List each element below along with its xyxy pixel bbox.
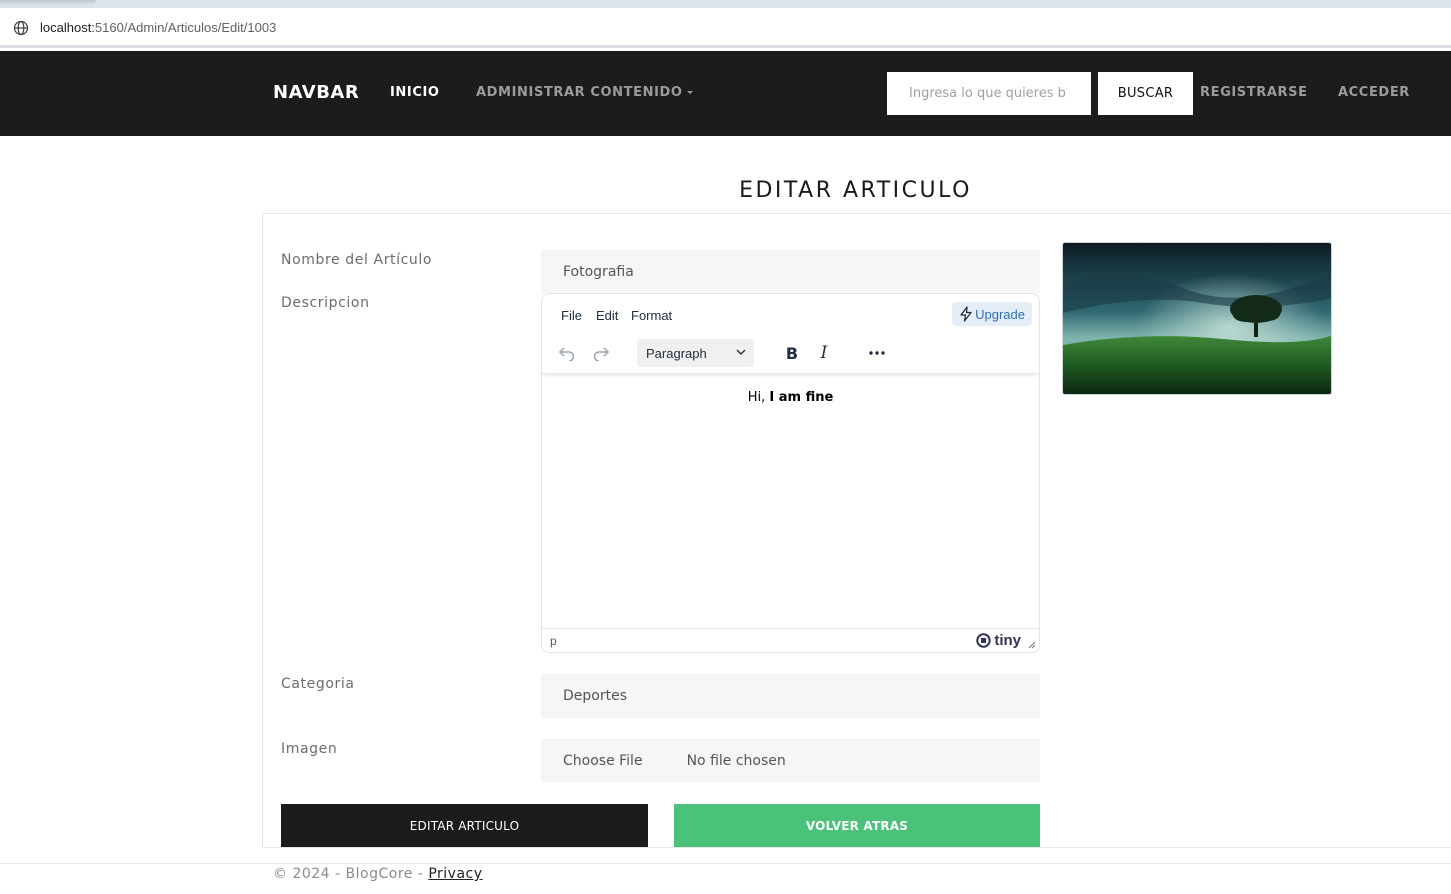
block-format-select[interactable]: Paragraph [637,339,754,367]
copyright-text: © 2024 - BlogCore - [273,866,429,882]
nav-dropdown-label: ADMINISTRAR CONTENIDO [476,85,683,100]
editor-content[interactable]: Hi, I am fine [542,374,1039,629]
categoria-label: Categoria [281,676,355,692]
nav-dropdown-administrar[interactable]: ADMINISTRAR CONTENIDO [476,85,693,100]
imagen-file-input[interactable]: Choose File No file chosen [541,739,1040,782]
url-text[interactable]: localhost:5160/Admin/Articulos/Edit/1003 [40,20,276,35]
menu-file[interactable]: File [561,308,582,323]
search-input[interactable] [887,72,1091,115]
back-button[interactable]: VOLVER ATRAS [674,804,1040,847]
nombre-input[interactable]: Fotografia [541,250,1040,293]
upgrade-label: Upgrade [975,306,1025,322]
bold-icon[interactable]: B [781,342,803,364]
choose-file-button[interactable]: Choose File [563,753,643,769]
globe-icon [13,20,29,36]
element-path[interactable]: p [550,634,557,648]
imagen-label: Imagen [281,741,338,757]
editor-menubar: File Edit Format Upgrade [542,294,1039,334]
rich-text-editor: File Edit Format Upgrade Paragraph B I H… [541,293,1040,653]
menu-edit[interactable]: Edit [596,308,618,323]
italic-icon[interactable]: I [813,342,835,364]
undo-icon[interactable] [556,342,578,364]
edit-article-button[interactable]: EDITAR ARTICULO [281,804,648,847]
nombre-label: Nombre del Artículo [281,252,433,268]
upgrade-button[interactable]: Upgrade [952,302,1032,326]
nombre-value: Fotografia [563,263,634,280]
url-host: localhost: [40,20,95,35]
chevron-down-icon [736,349,746,355]
nav-link-inicio[interactable]: INICIO [390,85,440,100]
article-image-preview [1062,242,1332,395]
url-path: 5160/Admin/Articulos/Edit/1003 [94,20,277,35]
browser-address-bar[interactable]: localhost:5160/Admin/Articulos/Edit/1003 [0,8,1451,48]
tiny-logo[interactable]: tiny [976,632,1021,649]
tiny-brand-text: tiny [994,632,1021,649]
content-bold-text: I am fine [769,390,834,405]
more-options-icon[interactable] [866,342,888,364]
categoria-value: Deportes [563,688,627,704]
navbar-brand[interactable]: NAVBAR [273,82,359,103]
resize-handle-icon[interactable] [1028,641,1036,649]
top-navbar: NAVBAR INICIO ADMINISTRAR CONTENIDO BUSC… [0,51,1451,136]
descripcion-label: Descripcion [281,295,370,311]
editor-toolbar: Paragraph B I [542,334,1039,374]
privacy-link[interactable]: Privacy [428,866,482,882]
search-button[interactable]: BUSCAR [1098,72,1193,115]
browser-tab[interactable] [0,0,96,5]
lightning-icon [960,306,972,322]
file-status-text: No file chosen [686,752,786,769]
landscape-tree-image [1063,243,1331,394]
categoria-select[interactable]: Deportes [541,674,1040,718]
editor-statusbar: p tiny [542,628,1039,652]
tiny-icon [976,633,992,648]
page-title: EDITAR ARTICULO [739,178,972,203]
redo-icon[interactable] [590,342,612,364]
footer-text: © 2024 - BlogCore - Privacy [273,866,483,882]
nav-link-acceder[interactable]: ACCEDER [1338,85,1410,100]
block-format-value: Paragraph [646,345,707,361]
content-text: Hi, [747,390,770,405]
browser-tabstrip [0,0,1451,8]
menu-format[interactable]: Format [631,308,672,323]
footer: © 2024 - BlogCore - Privacy [0,863,1451,894]
nav-link-registrarse[interactable]: REGISTRARSE [1200,85,1308,100]
caret-down-icon [686,91,693,94]
